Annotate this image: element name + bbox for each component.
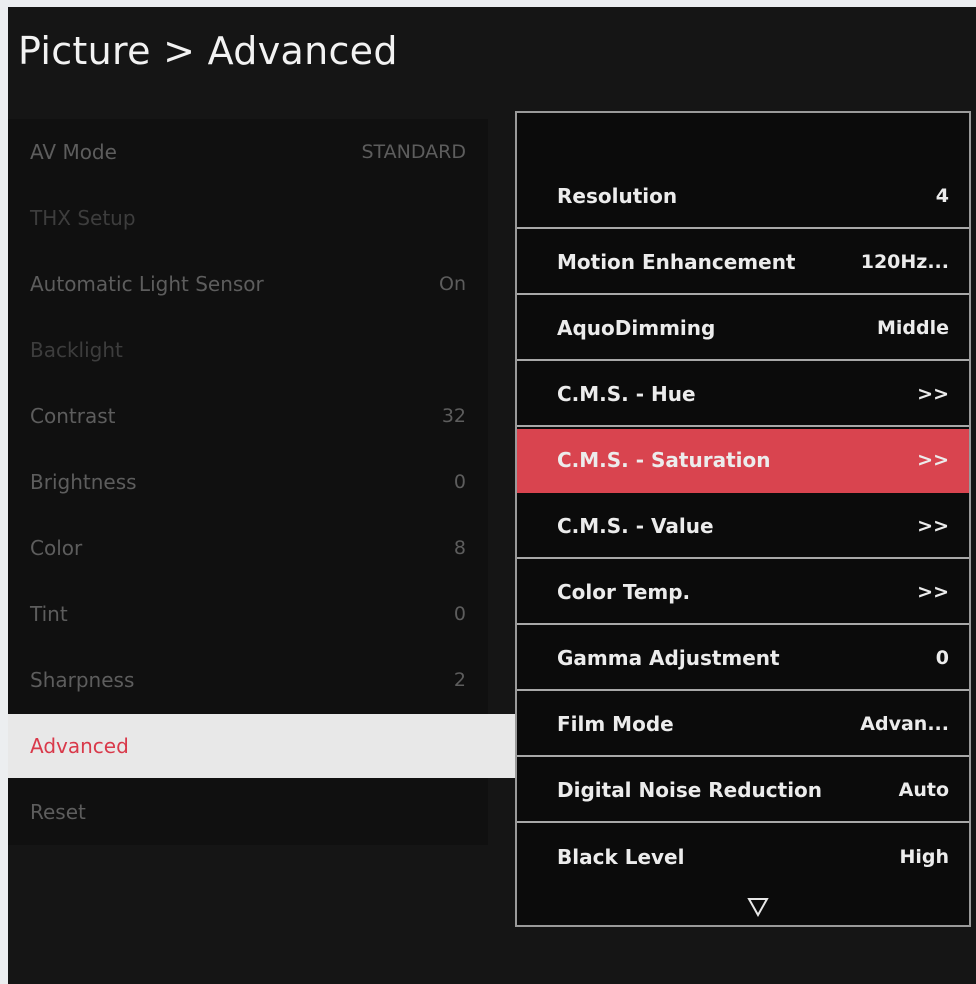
submenu-item-film-mode[interactable]: Film Mode Advan... [517, 693, 969, 757]
menu-item-label: AV Mode [30, 140, 117, 164]
menu-item-label: Color [30, 536, 83, 560]
menu-item-value: 8 [453, 537, 466, 559]
submenu-item-label: Color Temp. [557, 580, 691, 604]
menu-item-advanced[interactable]: Advanced [8, 714, 516, 778]
menu-item-contrast[interactable]: Contrast 32 [8, 383, 488, 449]
submenu-item-cms-value[interactable]: C.M.S. - Value >> [517, 495, 969, 559]
submenu-item-label: Digital Noise Reduction [557, 778, 823, 802]
menu-item-tint[interactable]: Tint 0 [8, 581, 488, 647]
menu-item-thx-setup[interactable]: THX Setup [8, 185, 488, 251]
submenu-item-value: >> [917, 449, 949, 471]
menu-item-label: Advanced [30, 734, 129, 758]
menu-item-value: 0 [453, 471, 466, 493]
menu-item-value: 2 [453, 669, 466, 691]
submenu-item-label: C.M.S. - Hue [557, 382, 696, 406]
submenu-item-label: Black Level [557, 845, 685, 869]
submenu-item-color-temp[interactable]: Color Temp. >> [517, 561, 969, 625]
submenu-item-motion-enhancement[interactable]: Motion Enhancement 120Hz... [517, 231, 969, 295]
menu-item-value: On [439, 273, 466, 295]
submenu-item-label: Film Mode [557, 712, 674, 736]
tv-screen: Picture > Advanced AV Mode STANDARD THX … [8, 7, 976, 984]
menu-item-automatic-light-sensor[interactable]: Automatic Light Sensor On [8, 251, 488, 317]
submenu-item-value: >> [917, 515, 949, 537]
submenu-item-cms-saturation[interactable]: C.M.S. - Saturation >> [517, 429, 969, 493]
submenu-item-value: Middle [876, 317, 949, 339]
menu-item-backlight[interactable]: Backlight [8, 317, 488, 383]
menu-item-label: Automatic Light Sensor [30, 272, 264, 296]
menu-item-label: Contrast [30, 404, 116, 428]
page-title: Picture > Advanced [18, 29, 398, 73]
menu-item-av-mode[interactable]: AV Mode STANDARD [8, 119, 488, 185]
menu-item-value: 32 [441, 405, 466, 427]
submenu-item-value: 120Hz... [860, 251, 949, 273]
menu-item-label: Reset [30, 800, 86, 824]
left-menu: AV Mode STANDARD THX Setup Automatic Lig… [8, 119, 516, 845]
advanced-submenu: Resolution 4 Motion Enhancement 120Hz...… [515, 111, 971, 927]
submenu-item-label: Gamma Adjustment [557, 646, 780, 670]
submenu-item-value: >> [917, 383, 949, 405]
menu-item-label: THX Setup [30, 206, 136, 230]
menu-item-color[interactable]: Color 8 [8, 515, 488, 581]
menu-item-label: Brightness [30, 470, 137, 494]
submenu-item-value: High [899, 846, 949, 868]
submenu-item-label: Resolution [557, 184, 678, 208]
menu-item-label: Sharpness [30, 668, 135, 692]
submenu-item-cms-hue[interactable]: C.M.S. - Hue >> [517, 363, 969, 427]
submenu-item-label: C.M.S. - Saturation [557, 448, 771, 472]
submenu-item-digital-noise-reduction[interactable]: Digital Noise Reduction Auto [517, 759, 969, 823]
submenu-item-gamma-adjustment[interactable]: Gamma Adjustment 0 [517, 627, 969, 691]
submenu-item-value: >> [917, 581, 949, 603]
submenu-item-value: Auto [898, 779, 949, 801]
menu-item-reset[interactable]: Reset [8, 779, 488, 845]
menu-item-brightness[interactable]: Brightness 0 [8, 449, 488, 515]
submenu-item-label: Motion Enhancement [557, 250, 796, 274]
submenu-item-resolution[interactable]: Resolution 4 [517, 165, 969, 229]
menu-item-value: STANDARD [361, 141, 466, 163]
submenu-item-black-level[interactable]: Black Level High [517, 825, 969, 889]
menu-item-label: Tint [30, 602, 68, 626]
menu-item-label: Backlight [30, 338, 123, 362]
submenu-item-aquodimming[interactable]: AquoDimming Middle [517, 297, 969, 361]
menu-item-value: 0 [453, 603, 466, 625]
triangle-down-outline-icon[interactable] [747, 897, 769, 917]
menu-item-sharpness[interactable]: Sharpness 2 [8, 647, 488, 713]
submenu-item-label: C.M.S. - Value [557, 514, 714, 538]
submenu-item-label: AquoDimming [557, 316, 716, 340]
submenu-item-value: Advan... [860, 713, 949, 735]
submenu-item-value: 4 [935, 185, 949, 207]
submenu-item-value: 0 [935, 647, 949, 669]
